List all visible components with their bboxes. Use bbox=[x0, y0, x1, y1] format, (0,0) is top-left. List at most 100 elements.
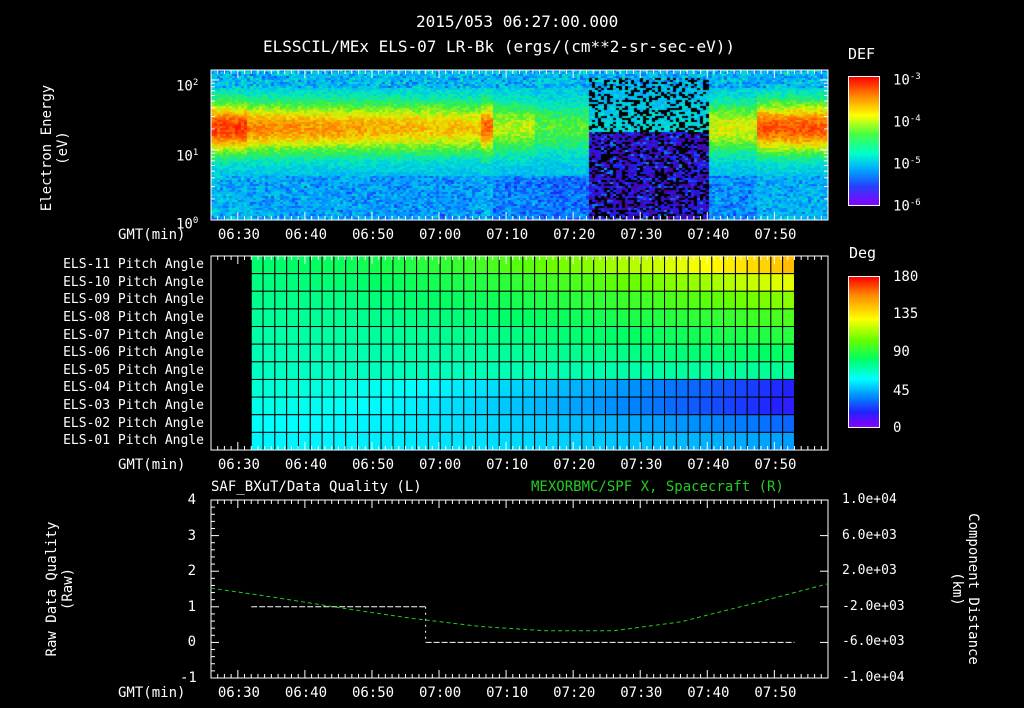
pitch-angle-cell bbox=[345, 343, 359, 363]
pitch-angle-cell bbox=[545, 431, 559, 451]
pitch-angle-cell bbox=[475, 396, 488, 416]
pitch-angle-cell bbox=[368, 255, 382, 275]
pitch-angle-cell bbox=[723, 343, 736, 363]
pitch-angle-cell bbox=[321, 378, 335, 398]
pitch-angle-cell bbox=[297, 255, 311, 275]
pitch-angle-cell bbox=[664, 308, 677, 328]
pitch-angle-cell bbox=[557, 290, 571, 310]
colorbar-deg-tick-45: 45 bbox=[893, 383, 910, 399]
pitch-angle-cell bbox=[357, 255, 370, 275]
pitch-angle-cell bbox=[439, 343, 453, 363]
pitch-angle-cell bbox=[321, 396, 335, 416]
pitch-angle-cell bbox=[463, 308, 477, 328]
pitch-angle-cell bbox=[333, 431, 347, 451]
pitch-angle-cell bbox=[416, 378, 429, 398]
pitch-angle-cell bbox=[640, 273, 654, 292]
pitch-angle-cell bbox=[274, 343, 288, 363]
pitch-angle-cell bbox=[723, 396, 736, 416]
pitch-angle-cell bbox=[498, 290, 512, 310]
pitch-angle-cell bbox=[675, 378, 689, 398]
pitch-angle-cell bbox=[711, 326, 725, 345]
pitch-angle-cell bbox=[664, 431, 677, 451]
pitch-angle-cell bbox=[427, 290, 441, 310]
data-quality-title: SAF_BXuT/Data Quality (L) bbox=[211, 479, 422, 495]
pitch-angle-cell bbox=[534, 396, 547, 416]
pitch-angle-cell bbox=[616, 378, 630, 398]
pitch-angle-cell bbox=[699, 431, 713, 451]
pitch-angle-cell bbox=[498, 255, 512, 275]
pitch-angle-cell bbox=[770, 361, 784, 380]
pitch-angle-cell bbox=[463, 273, 477, 292]
pitch-angle-row-label: ELS-05 Pitch Angle bbox=[63, 362, 204, 378]
pitch-angle-cell bbox=[262, 396, 276, 416]
pitch-angle-cell bbox=[758, 396, 772, 416]
pitch-angle-cell bbox=[297, 290, 311, 310]
pitch-angle-cell bbox=[286, 414, 299, 433]
pitch-angle-cell bbox=[486, 255, 500, 275]
pitch-angle-cell bbox=[569, 378, 583, 398]
pitch-angle-cell bbox=[510, 308, 524, 328]
pitch-angle-cell bbox=[675, 273, 689, 292]
raw-quality-tick-label: 2 bbox=[187, 563, 196, 580]
pitch-angle-cell bbox=[321, 361, 335, 380]
pitch-angle-cell bbox=[321, 414, 335, 433]
pitch-angle-cell bbox=[510, 361, 524, 380]
pitch-angle-cell bbox=[498, 273, 512, 292]
pitch-angle-cell bbox=[486, 326, 500, 345]
pitch-angle-cell bbox=[510, 396, 524, 416]
pitch-angle-cell bbox=[427, 431, 441, 451]
time-tick-label: 07:10 bbox=[486, 457, 529, 473]
component-distance-tick-label: 2.0e+03 bbox=[842, 563, 897, 579]
pitch-angle-cell bbox=[711, 378, 725, 398]
component-distance-axis-label: Component Distance (km) bbox=[949, 504, 981, 674]
pitch-angle-cell bbox=[711, 290, 725, 310]
pitch-angle-cell bbox=[652, 255, 666, 275]
pitch-angle-cell bbox=[357, 273, 370, 292]
pitch-angle-cell bbox=[333, 326, 347, 345]
pitch-angle-cell bbox=[274, 308, 288, 328]
time-tick-label: 07:30 bbox=[620, 457, 663, 473]
pitch-angle-cell bbox=[675, 326, 689, 345]
pitch-angle-cell bbox=[486, 343, 500, 363]
pitch-angle-row-label: ELS-06 Pitch Angle bbox=[63, 345, 204, 361]
pitch-angle-cell bbox=[699, 273, 713, 292]
pitch-angle-cell bbox=[475, 326, 488, 345]
colorbar-deg-tick-180: 180 bbox=[893, 269, 919, 285]
pitch-angle-cell bbox=[286, 431, 299, 451]
component-distance-tick-label: 1.0e+04 bbox=[842, 492, 897, 507]
pitch-angle-cell bbox=[297, 308, 311, 328]
pitch-angle-cell bbox=[274, 414, 288, 433]
pitch-angle-cell bbox=[770, 343, 784, 363]
pitch-angle-cell bbox=[345, 290, 359, 310]
pitch-angle-cell bbox=[392, 361, 406, 380]
pitch-angle-cell bbox=[498, 414, 512, 433]
gmt-axis-label-2: GMT(min) bbox=[118, 457, 186, 473]
time-tick-label: 06:40 bbox=[284, 685, 328, 701]
pitch-angle-cell bbox=[605, 308, 618, 328]
pitch-angle-cell bbox=[616, 290, 630, 310]
pitch-angle-cell bbox=[416, 290, 429, 310]
pitch-angle-cell bbox=[664, 361, 677, 380]
pitch-angle-cell bbox=[711, 396, 725, 416]
pitch-angle-cell bbox=[250, 378, 264, 398]
pitch-angle-cell bbox=[734, 273, 748, 292]
pitch-angle-cell bbox=[486, 361, 500, 380]
pitch-angle-cell bbox=[486, 431, 500, 451]
pitch-angle-cell bbox=[616, 396, 630, 416]
time-tick-label: 07:20 bbox=[553, 457, 596, 473]
pitch-angle-cell bbox=[569, 290, 583, 310]
pitch-angle-cell bbox=[581, 378, 595, 398]
pitch-angle-cell bbox=[416, 414, 429, 433]
pitch-angle-cell bbox=[522, 396, 536, 416]
pitch-angle-cell bbox=[652, 273, 666, 292]
pitch-angle-cell bbox=[309, 273, 323, 292]
pitch-angle-cell bbox=[675, 308, 689, 328]
pitch-angle-cell bbox=[628, 290, 642, 310]
pitch-angle-cell bbox=[475, 378, 488, 398]
pitch-angle-cell bbox=[581, 255, 595, 275]
pitch-angle-cell bbox=[475, 414, 488, 433]
pitch-angle-cell bbox=[628, 414, 642, 433]
pitch-angle-cell bbox=[640, 396, 654, 416]
pitch-angle-cell bbox=[486, 396, 500, 416]
pitch-angle-cell bbox=[569, 414, 583, 433]
